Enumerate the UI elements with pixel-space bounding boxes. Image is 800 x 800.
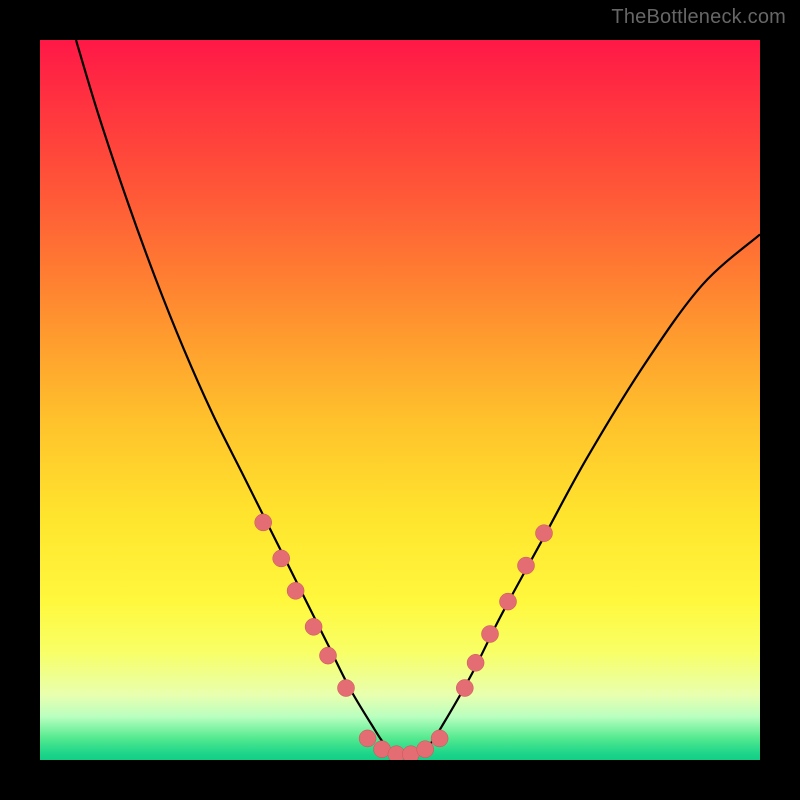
marker-right-5 (518, 557, 535, 574)
marker-group (255, 514, 553, 760)
marker-left-4 (305, 618, 322, 635)
marker-floor-5 (417, 741, 434, 758)
marker-left-5 (320, 647, 337, 664)
marker-right-6 (536, 525, 553, 542)
chart-svg (40, 40, 760, 760)
marker-right-2 (467, 654, 484, 671)
marker-left-6 (338, 680, 355, 697)
watermark-text: TheBottleneck.com (611, 6, 786, 29)
stage: TheBottleneck.com (0, 0, 800, 800)
marker-right-3 (482, 626, 499, 643)
marker-left-2 (273, 550, 290, 567)
marker-right-1 (456, 680, 473, 697)
plot-area (40, 40, 760, 760)
marker-right-4 (500, 593, 517, 610)
bottleneck-curve (76, 40, 760, 758)
marker-floor-1 (359, 730, 376, 747)
marker-left-3 (287, 582, 304, 599)
marker-floor-6 (431, 730, 448, 747)
marker-left-1 (255, 514, 272, 531)
